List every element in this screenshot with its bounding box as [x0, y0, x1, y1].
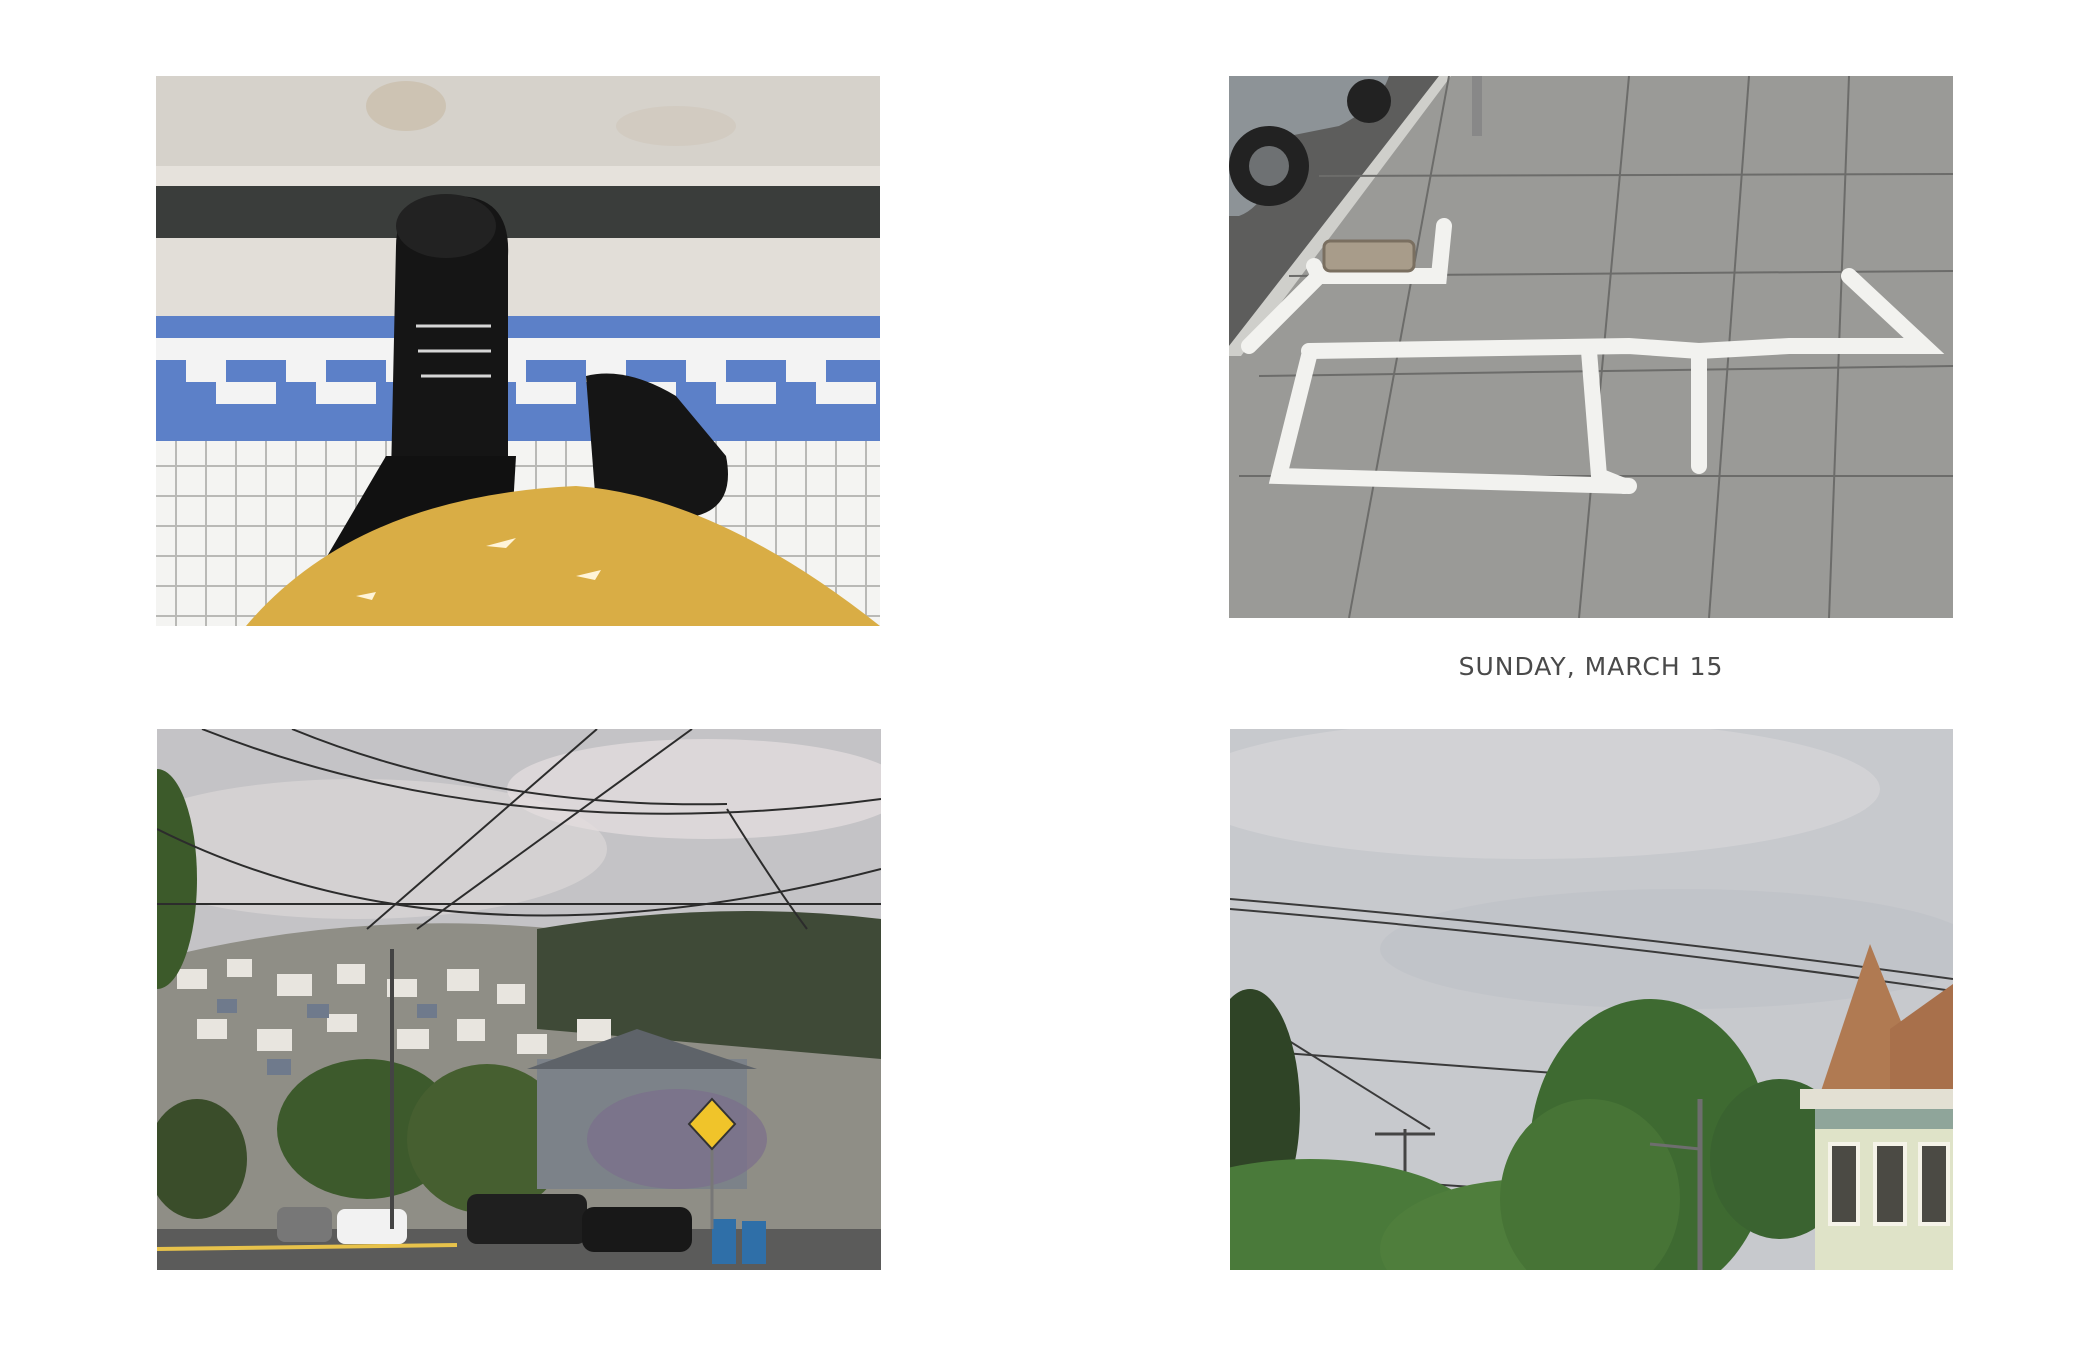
- photo-hillside-neighborhood: [157, 729, 881, 1270]
- trees-image: [1230, 729, 1953, 1270]
- photo-boots-on-tiles: [156, 76, 880, 626]
- photo-chalked-sidewalk: [1229, 76, 1953, 618]
- hillside-image: [157, 729, 881, 1270]
- photo-trees-and-turret: [1230, 729, 1953, 1270]
- boots-image: [156, 76, 880, 626]
- date-caption: SUNDAY, MARCH 15: [1458, 652, 1724, 681]
- sidewalk-image: [1229, 76, 1953, 618]
